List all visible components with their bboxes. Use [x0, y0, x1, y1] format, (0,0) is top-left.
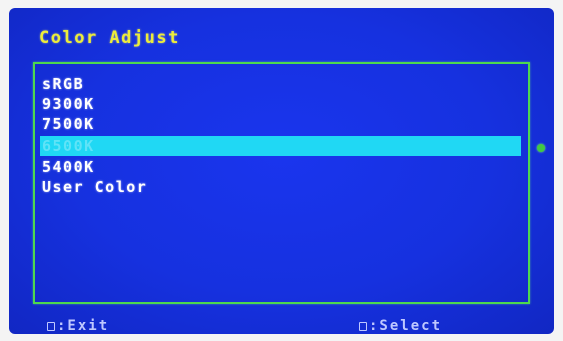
- option-srgb[interactable]: sRGB: [42, 74, 84, 94]
- osd-screen: Color Adjust sRGB 9300K 7500K 6500K 5400…: [9, 8, 554, 334]
- option-9300k[interactable]: 9300K: [42, 94, 95, 114]
- option-user-color[interactable]: User Color: [42, 177, 147, 197]
- menu-title: Color Adjust: [39, 28, 180, 48]
- selection-indicator-icon: [537, 144, 545, 152]
- option-5400k[interactable]: 5400K: [42, 157, 95, 177]
- option-6500k[interactable]: 6500K: [40, 136, 521, 156]
- menu-key-icon: [47, 321, 55, 331]
- select-hint[interactable]: :Select: [359, 318, 442, 334]
- select-hint-label: :Select: [369, 318, 443, 334]
- option-list: sRGB 9300K 7500K 6500K 5400K User Color: [33, 62, 545, 304]
- exit-hint[interactable]: :Exit: [47, 318, 109, 334]
- option-7500k[interactable]: 7500K: [42, 114, 95, 134]
- exit-hint-label: :Exit: [57, 318, 110, 334]
- select-key-icon: [359, 321, 367, 331]
